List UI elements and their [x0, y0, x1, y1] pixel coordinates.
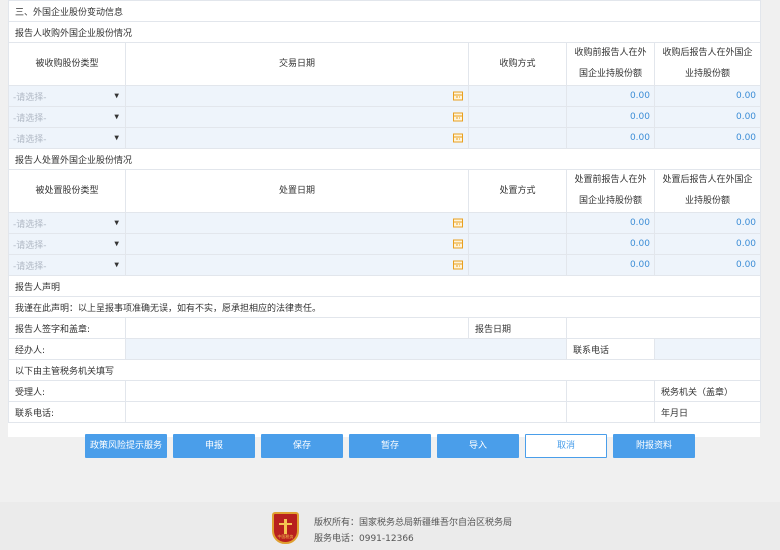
blank-cell [566, 380, 655, 402]
authority-phone-field [125, 401, 567, 423]
acq-after-header: 收购后报告人在外国企业持股份额 [653, 42, 762, 86]
phone-input[interactable] [653, 338, 762, 360]
disp-after-header: 处置后报告人在外国企业持股份额 [653, 169, 762, 213]
table-row: -请选择- ▼ 0.00 0.00 [8, 127, 762, 149]
share-change-table: 三、外国企业股份变动信息 报告人收购外国企业股份情况 被收购股份类型 交易日期 … [7, 0, 762, 423]
acq-before-header: 收购前报告人在外国企业持股份额 [566, 42, 655, 86]
disp-type-select[interactable]: -请选择- ▼ [8, 233, 126, 255]
disp-before-input[interactable]: 0.00 [566, 233, 655, 255]
disp-before-input[interactable]: 0.00 [566, 212, 655, 234]
disposal-title: 报告人处置外国企业股份情况 [7, 148, 762, 170]
tax-emblem-icon: 中国税务 [272, 512, 299, 544]
disp-type-select[interactable]: -请选择- ▼ [8, 212, 126, 234]
table-row: -请选择- ▼ 0.00 0.00 [8, 85, 762, 107]
copyright-text: 版权所有：国家税务总局新疆维吾尔自治区税务局 [314, 518, 513, 528]
signature-label: 报告人签字和盖章: [8, 317, 126, 339]
caret-down-icon: ▼ [114, 134, 119, 142]
page-footer: 中国税务 版权所有：国家税务总局新疆维吾尔自治区税务局 服务电话：0991-12… [0, 502, 780, 550]
acq-date-header: 交易日期 [125, 42, 469, 86]
acq-after-input[interactable]: 0.00 [653, 85, 762, 107]
acq-date-input[interactable] [125, 127, 469, 149]
caret-down-icon: ▼ [114, 240, 119, 248]
disp-method-input[interactable] [468, 233, 567, 255]
handler-label: 经办人: [8, 338, 126, 360]
handler-input[interactable] [125, 338, 567, 360]
phone-label: 联系电话 [566, 338, 655, 360]
acquisition-title: 报告人收购外国企业股份情况 [7, 21, 762, 43]
acq-method-input[interactable] [468, 127, 567, 149]
acq-date-input[interactable] [125, 85, 469, 107]
calendar-icon[interactable] [453, 133, 463, 143]
table-row: -请选择- ▼ 0.00 0.00 [8, 233, 762, 255]
authority-title: 以下由主管税务机关填写 [7, 359, 762, 381]
section-title: 三、外国企业股份变动信息 [7, 0, 762, 22]
table-row: -请选择- ▼ 0.00 0.00 [8, 106, 762, 128]
disp-type-header: 被处置股份类型 [8, 169, 126, 213]
report-date-label: 报告日期 [468, 317, 567, 339]
action-bar: 政策风险提示服务 申报 保存 暂存 导入 取消 附报资料 [0, 434, 780, 458]
authority-phone-label: 联系电话: [8, 401, 126, 423]
date-label: 年月日 [653, 401, 762, 423]
disp-before-header: 处置前报告人在外国企业持股份额 [566, 169, 655, 213]
acq-after-input[interactable]: 0.00 [653, 106, 762, 128]
calendar-icon[interactable] [453, 260, 463, 270]
cancel-button[interactable]: 取消 [525, 434, 607, 458]
disp-after-input[interactable]: 0.00 [653, 212, 762, 234]
acq-before-input[interactable]: 0.00 [566, 85, 655, 107]
service-phone-text: 服务电话：0991-12366 [314, 534, 414, 544]
acq-type-header: 被收购股份类型 [8, 42, 126, 86]
acq-before-input[interactable]: 0.00 [566, 127, 655, 149]
temp-save-button[interactable]: 暂存 [349, 434, 431, 458]
acq-type-select[interactable]: -请选择- ▼ [8, 85, 126, 107]
acq-method-input[interactable] [468, 85, 567, 107]
table-row: -请选择- ▼ 0.00 0.00 [8, 212, 762, 234]
declare-button[interactable]: 申报 [173, 434, 255, 458]
calendar-icon[interactable] [453, 218, 463, 228]
policy-risk-button[interactable]: 政策风险提示服务 [85, 434, 167, 458]
calendar-icon[interactable] [453, 239, 463, 249]
disp-date-input[interactable] [125, 254, 469, 276]
disp-method-input[interactable] [468, 212, 567, 234]
disp-date-input[interactable] [125, 212, 469, 234]
acq-method-header: 收购方式 [468, 42, 567, 86]
report-date-field [565, 317, 762, 339]
blank-cell [566, 401, 655, 423]
acq-date-input[interactable] [125, 106, 469, 128]
acq-after-input[interactable]: 0.00 [653, 127, 762, 149]
seal-label: 税务机关（盖章） [653, 380, 762, 402]
receiver-field [125, 380, 567, 402]
save-button[interactable]: 保存 [261, 434, 343, 458]
disp-date-input[interactable] [125, 233, 469, 255]
acq-method-input[interactable] [468, 106, 567, 128]
caret-down-icon: ▼ [114, 219, 119, 227]
disp-method-input[interactable] [468, 254, 567, 276]
caret-down-icon: ▼ [114, 113, 119, 121]
declaration-title: 报告人声明 [7, 275, 762, 297]
receiver-label: 受理人: [8, 380, 126, 402]
attach-button[interactable]: 附报资料 [613, 434, 695, 458]
disp-date-header: 处置日期 [125, 169, 469, 213]
import-button[interactable]: 导入 [437, 434, 519, 458]
acq-before-input[interactable]: 0.00 [566, 106, 655, 128]
disp-method-header: 处置方式 [468, 169, 567, 213]
acq-type-select[interactable]: -请选择- ▼ [8, 106, 126, 128]
calendar-icon[interactable] [453, 91, 463, 101]
caret-down-icon: ▼ [114, 92, 119, 100]
declaration-text: 我谨在此声明：以上呈报事项准确无误，如有不实，愿承担相应的法律责任。 [7, 296, 762, 318]
caret-down-icon: ▼ [114, 261, 119, 269]
table-row: -请选择- ▼ 0.00 0.00 [8, 254, 762, 276]
disp-before-input[interactable]: 0.00 [566, 254, 655, 276]
acq-type-select[interactable]: -请选择- ▼ [8, 127, 126, 149]
signature-field [125, 317, 469, 339]
disp-type-select[interactable]: -请选择- ▼ [8, 254, 126, 276]
form-container: 三、外国企业股份变动信息 报告人收购外国企业股份情况 被收购股份类型 交易日期 … [7, 0, 762, 437]
calendar-icon[interactable] [453, 112, 463, 122]
disp-after-input[interactable]: 0.00 [653, 254, 762, 276]
disp-after-input[interactable]: 0.00 [653, 233, 762, 255]
